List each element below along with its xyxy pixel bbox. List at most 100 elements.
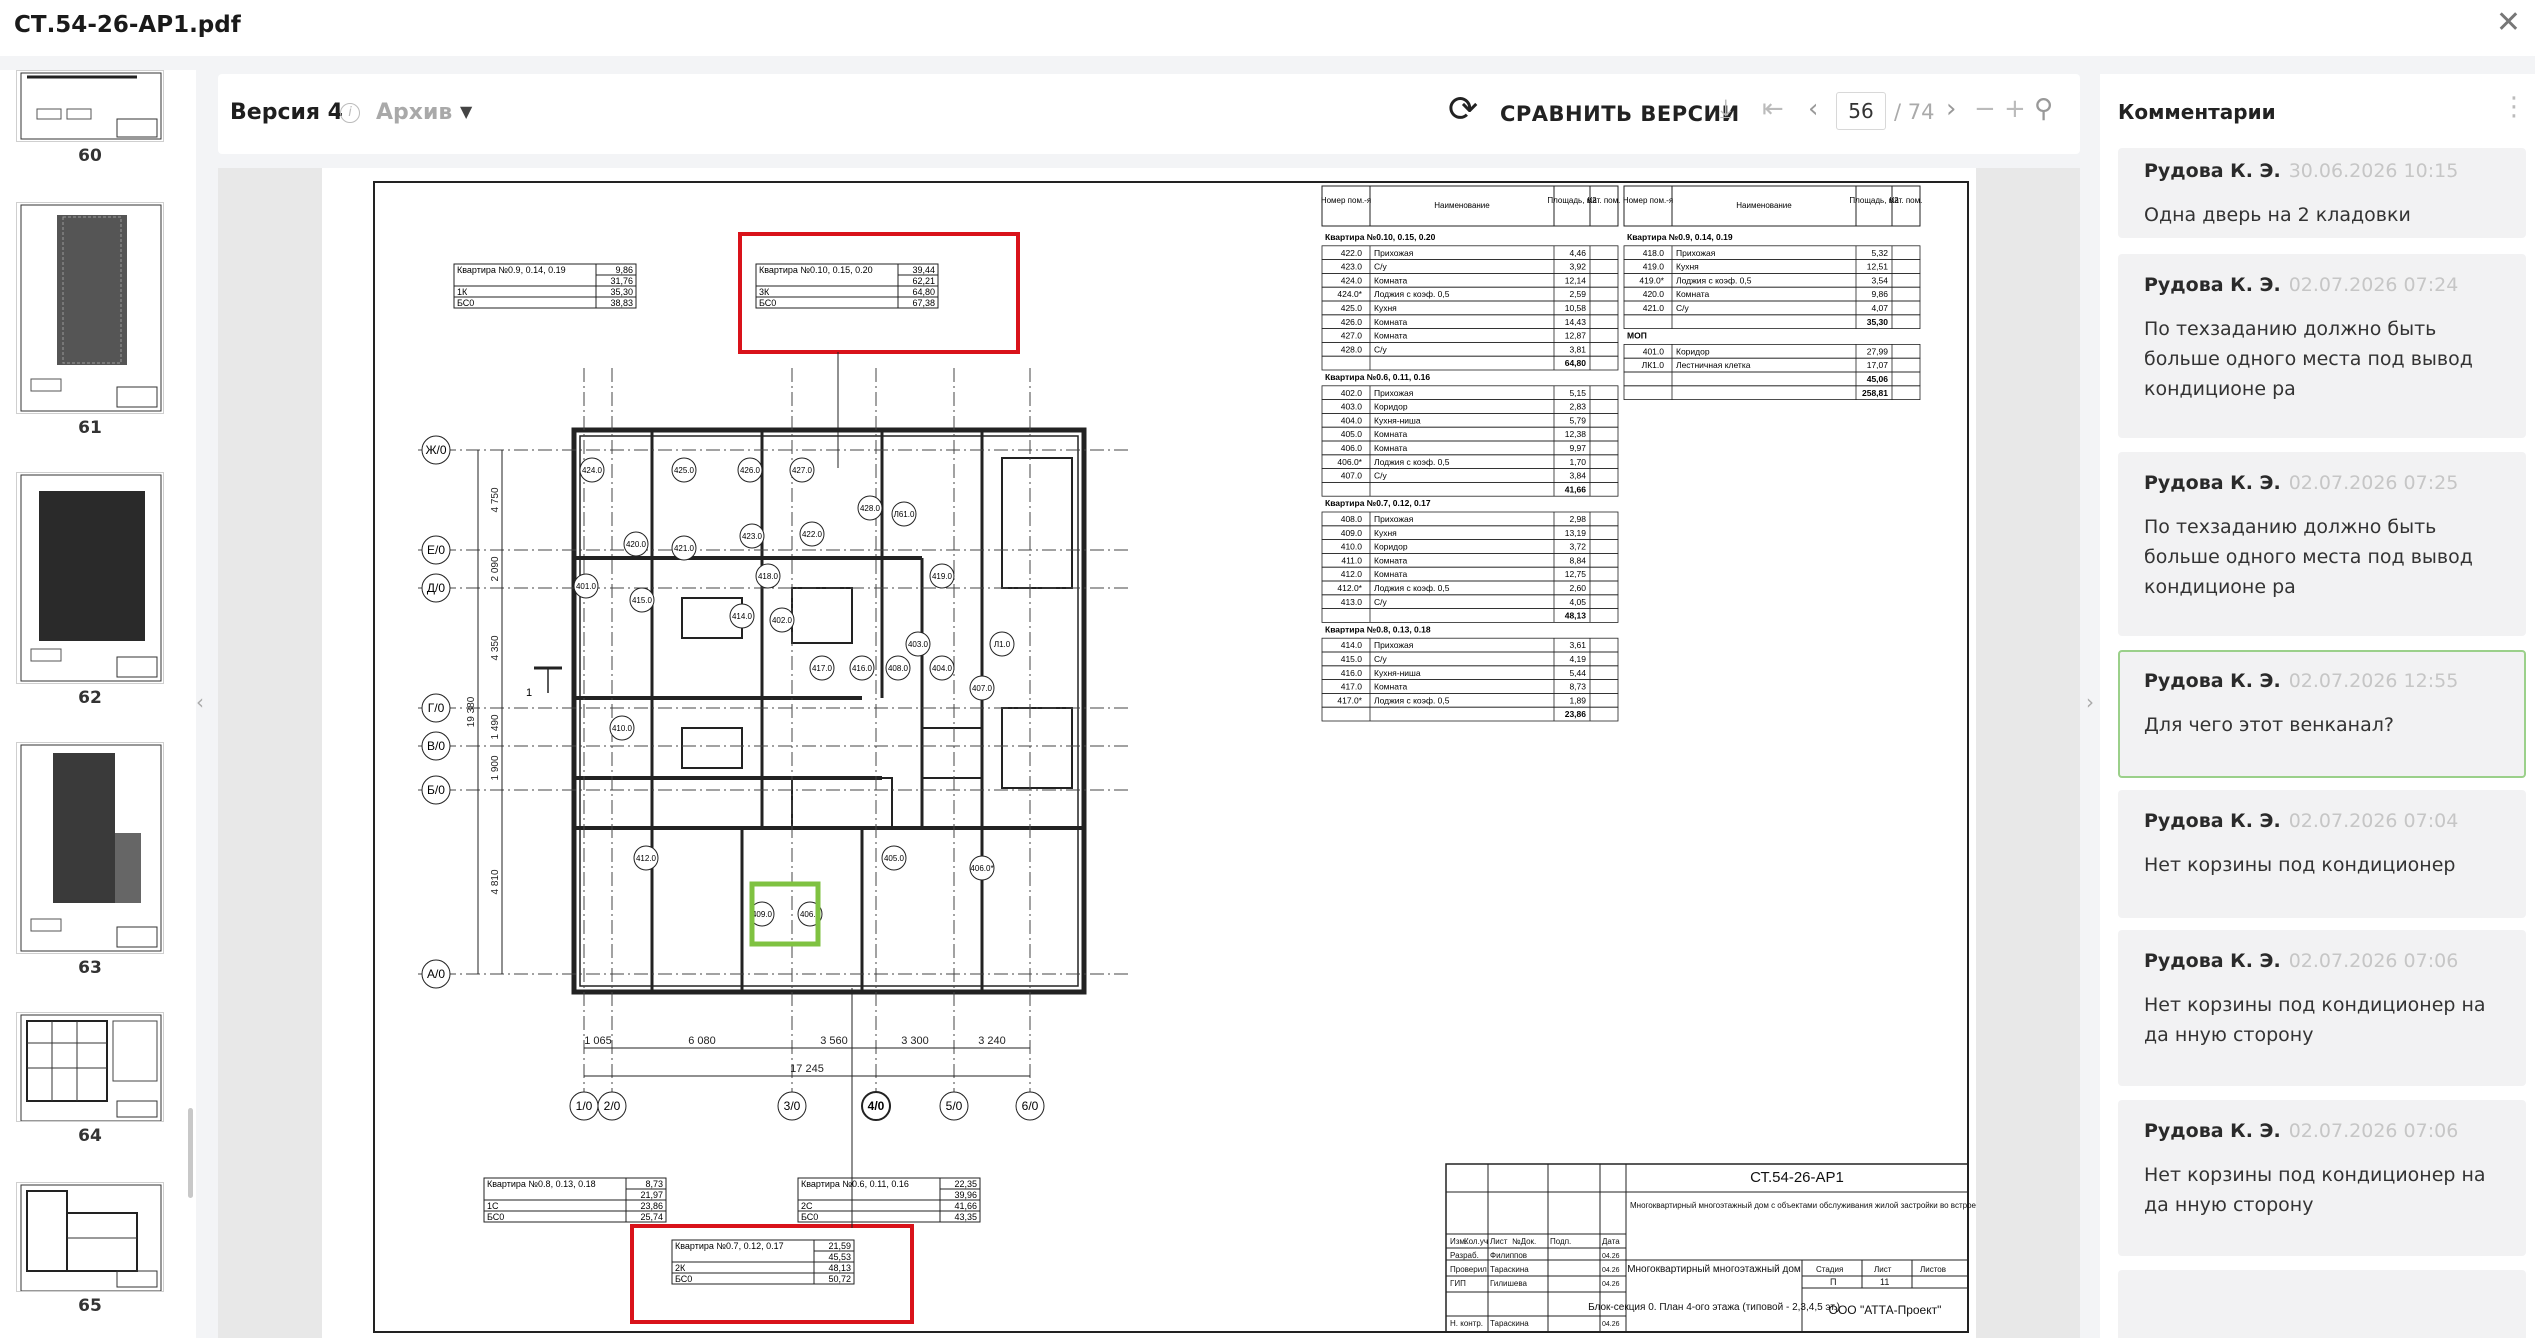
- table-header: Наименование: [1736, 201, 1792, 210]
- sync-icon[interactable]: ⟳: [1448, 92, 1478, 128]
- comment-author: Рудова К. Э.: [2144, 810, 2281, 832]
- row-axes: Ж/0 Е/0 Д/0 Г/0 В/0 Б/0 А/0: [421, 435, 451, 989]
- page-canvas[interactable]: Ж/0 Е/0 Д/0 Г/0 В/0 Б/0 А/0 19 380 4 750…: [218, 168, 2535, 1338]
- table-cell: Прихожая: [1374, 248, 1414, 258]
- axis-label: В/0: [427, 739, 445, 753]
- room-number: 414.0: [732, 612, 753, 621]
- thumbnail-panel[interactable]: 60 61 62 63 64 65: [0, 70, 196, 1338]
- box-value: 21,59: [828, 1241, 851, 1251]
- room-number: 401.0: [576, 582, 597, 591]
- svg-text:Кол.уч: Кол.уч: [1464, 1237, 1488, 1246]
- thumbnail-page-65[interactable]: 65: [16, 1182, 164, 1316]
- svg-text:04.26: 04.26: [1602, 1253, 1620, 1260]
- table-cell: 420.0: [1643, 289, 1665, 299]
- room-tag: 424.0: [579, 457, 605, 483]
- comment-author: Рудова К. Э.: [2144, 274, 2281, 296]
- room-tag: 410.0: [609, 715, 635, 741]
- table-header: Номер пом.-я: [1623, 196, 1673, 205]
- plus-icon[interactable]: +: [2004, 96, 2026, 122]
- svg-text:Стадия: Стадия: [1816, 1265, 1843, 1274]
- chevron-left-icon[interactable]: ‹: [1808, 96, 1818, 122]
- table-row: 428.0 С/у 3,81: [1321, 341, 1619, 357]
- box-type: 2К: [675, 1263, 686, 1273]
- table-cell: Коридор: [1374, 542, 1408, 552]
- room-tag: 401.0: [573, 573, 599, 599]
- room-number: 410.0: [612, 724, 633, 733]
- svg-text:04.26: 04.26: [1602, 1321, 1620, 1328]
- comment-card[interactable]: Рудова К. Э. 02.07.2026 07:06 Нет корзины…: [2118, 1100, 2526, 1256]
- chevron-down-icon[interactable]: ▼: [460, 102, 472, 121]
- drawing-code: СТ.54-26-АР1: [1750, 1169, 1844, 1186]
- box-title: Квартира №0.7, 0.12, 0.17: [675, 1241, 784, 1251]
- thumbnail-page-60[interactable]: 60: [16, 70, 164, 166]
- comment-card[interactable]: Рудова К. Э. 02.07.2026 07:06 Нет корзины…: [2118, 930, 2526, 1086]
- thumbnail-page-61[interactable]: 61: [16, 202, 164, 438]
- fit-page-icon[interactable]: ⇤: [1762, 96, 1784, 122]
- info-icon[interactable]: i: [340, 103, 360, 123]
- table-cell: С/у: [1374, 654, 1388, 664]
- table-cell: 13,19: [1565, 528, 1587, 538]
- table-row: ЛК1.0 Лестничная клетка 17,07: [1623, 357, 1921, 373]
- table-row: 424.0* Лоджия с коэф. 0,5 2,59: [1321, 286, 1619, 302]
- thumbnail-number: 62: [78, 688, 102, 708]
- table-row: 48,13: [1321, 608, 1619, 623]
- apartment-box: Квартира №0.6, 0.11, 0.16 22,3539,96 2С 41,…: [797, 1177, 981, 1223]
- archive-dropdown[interactable]: Архив: [376, 100, 452, 125]
- thumbnail-page-64[interactable]: 64: [16, 1012, 164, 1146]
- svg-text:Тараскина: Тараскина: [1490, 1265, 1529, 1274]
- close-icon[interactable]: ✕: [2496, 8, 2521, 38]
- table-cell: 9,86: [1871, 289, 1888, 299]
- axis-label: Ж/0: [425, 443, 446, 457]
- svg-text:1: 1: [526, 687, 532, 699]
- table-cell: Кухня: [1374, 528, 1397, 538]
- download-icon[interactable]: ⤓: [1720, 96, 1732, 122]
- table-row: 427.0 Комната 12,87: [1321, 328, 1619, 343]
- table-row: 258,81: [1623, 385, 1921, 401]
- table-cell: Комната: [1374, 555, 1408, 565]
- table-row: 403.0 Коридор 2,83: [1321, 399, 1619, 414]
- box-type: 2С: [801, 1201, 813, 1211]
- room-number: 407.0: [972, 684, 993, 693]
- thumbnail-page-62[interactable]: 62: [16, 472, 164, 708]
- thumbnail-scrollbar[interactable]: [188, 1108, 193, 1198]
- version-label[interactable]: Версия 4: [230, 100, 343, 125]
- comment-text: По техзаданию должно быть больше одного …: [2144, 318, 2473, 400]
- table-row: Квартира №0.8, 0.13, 0.18: [1325, 624, 1431, 634]
- comment-card[interactable]: Рудова К. Э. 02.07.2026 07:24 По техзадан…: [2118, 254, 2526, 438]
- compare-versions-button[interactable]: СРАВНИТЬ ВЕРСИИ: [1500, 102, 1740, 126]
- thumbnail-image: [16, 472, 164, 684]
- table-cell: С/у: [1374, 597, 1388, 607]
- minus-icon[interactable]: −: [1974, 96, 1996, 122]
- axis-label: 4/0: [868, 1099, 885, 1113]
- box-value: 50,72: [828, 1274, 851, 1284]
- comment-card[interactable]: Рудова К. Э. 02.07.2026 07:04 Нет корзины…: [2118, 790, 2526, 918]
- box-type: 3К: [759, 287, 770, 297]
- svg-text:П: П: [1830, 1277, 1836, 1287]
- chevron-right-icon[interactable]: ›: [2086, 690, 2094, 714]
- comments-title: Комментарии: [2118, 100, 2276, 124]
- room-tag: 402.0: [769, 607, 795, 633]
- svg-text:Разраб.: Разраб.: [1450, 1251, 1479, 1260]
- thumbnail-page-63[interactable]: 63: [16, 742, 164, 978]
- chevron-right-icon[interactable]: ›: [1946, 96, 1956, 122]
- svg-text:Тараскина: Тараскина: [1490, 1319, 1529, 1328]
- table-cell: 4,19: [1569, 654, 1586, 664]
- table-cell: 406.0: [1341, 443, 1363, 453]
- room-number: 422.0: [802, 530, 823, 539]
- room-tag: Л61.0: [891, 501, 917, 527]
- table-cell: 425.0: [1341, 303, 1363, 313]
- comment-card[interactable]: Рудова К. Э. 02.07.2026 07:25 По техзадан…: [2118, 452, 2526, 636]
- search-icon[interactable]: ⚲: [2034, 96, 2053, 122]
- comment-card-active[interactable]: Рудова К. Э. 02.07.2026 12:55 Для чего эт…: [2118, 650, 2526, 778]
- box-value: 38,83: [610, 298, 633, 308]
- chevron-left-icon[interactable]: ‹: [196, 690, 204, 714]
- table-total: 23,86: [1565, 709, 1587, 719]
- room-number: Л61.0: [894, 510, 915, 519]
- table-cell: 3,54: [1871, 275, 1888, 285]
- comment-card-partial[interactable]: [2118, 1270, 2526, 1338]
- page-number-input[interactable]: 56: [1836, 92, 1886, 130]
- table-cell: Прихожая: [1374, 514, 1414, 524]
- comment-card[interactable]: Рудова К. Э. 30.06.2026 10:15 Одна дверь …: [2118, 148, 2526, 238]
- more-vertical-icon[interactable]: ⋮: [2501, 94, 2527, 120]
- table-cell: 2,60: [1569, 583, 1586, 593]
